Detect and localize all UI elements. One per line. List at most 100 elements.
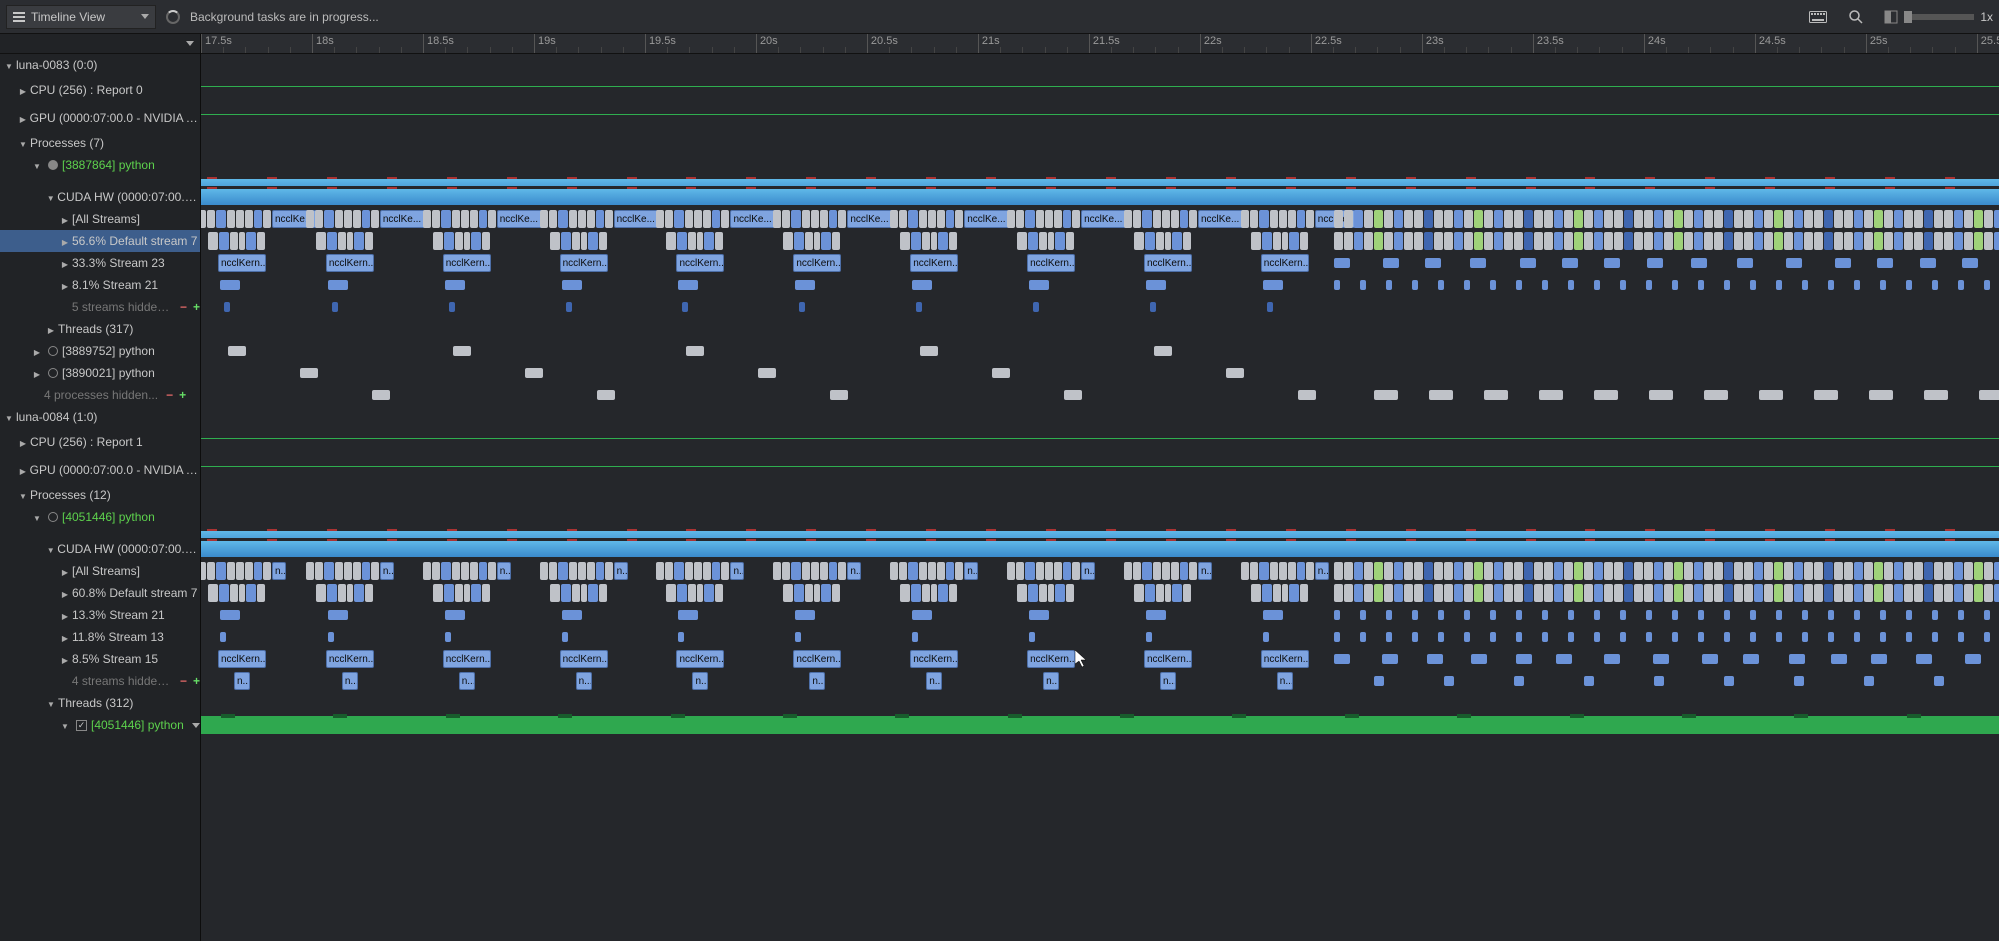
collapse-arrow-icon[interactable]: [18, 488, 28, 502]
kernel-block[interactable]: [327, 232, 337, 250]
kernel-block[interactable]: [316, 232, 326, 250]
kernel-block[interactable]: [1514, 562, 1523, 580]
kernel-block[interactable]: [569, 210, 577, 228]
tree-row-p2[interactable]: [3890021] python: [0, 362, 200, 384]
kernel-block[interactable]: [1344, 562, 1353, 580]
kernel-block[interactable]: [1241, 562, 1249, 580]
kernel-block[interactable]: [656, 210, 664, 228]
kernel-block[interactable]: [1649, 390, 1673, 400]
kernel-block[interactable]: [444, 584, 454, 602]
kernel-block[interactable]: [1524, 562, 1533, 580]
kernel-block[interactable]: [829, 562, 837, 580]
kernel-block[interactable]: [1162, 210, 1170, 228]
tree-row-s15_1[interactable]: 8.5% Stream 15: [0, 648, 200, 670]
kernel-block[interactable]: [1814, 210, 1823, 228]
kernel-block[interactable]: [1684, 232, 1693, 250]
kernel-block[interactable]: [1664, 584, 1673, 602]
kernel-block[interactable]: [1874, 210, 1883, 228]
kernel-block[interactable]: [919, 210, 927, 228]
kernel-block[interactable]: [1156, 232, 1164, 250]
collapse-arrow-icon[interactable]: [32, 510, 42, 524]
kernel-block[interactable]: [1724, 610, 1730, 620]
kernel-block[interactable]: [1544, 232, 1553, 250]
kernel-block[interactable]: [1714, 232, 1723, 250]
kernel-block[interactable]: [1360, 280, 1366, 290]
kernel-block[interactable]: [1844, 210, 1853, 228]
kernel-block[interactable]: [949, 584, 957, 602]
kernel-block[interactable]: [783, 584, 793, 602]
kernel-block[interactable]: [1944, 584, 1953, 602]
kernel-block-nccl[interactable]: ncclKe...: [497, 210, 543, 228]
kernel-block[interactable]: [464, 232, 470, 250]
kernel-block[interactable]: [596, 562, 604, 580]
kernel-block[interactable]: [1344, 584, 1353, 602]
kernel-block[interactable]: [1714, 562, 1723, 580]
kernel-block[interactable]: [1944, 562, 1953, 580]
tree-row-hw0[interactable]: CUDA HW (0000:07:00.0 - N: [0, 186, 200, 208]
kernel-block[interactable]: [1604, 584, 1613, 602]
track-all0[interactable]: ncclKe...ncclKe...ncclKe...ncclKe...nccl…: [201, 208, 1999, 230]
kernel-block[interactable]: [1744, 210, 1753, 228]
kernel-block[interactable]: [1180, 210, 1188, 228]
kernel-block[interactable]: [1412, 610, 1418, 620]
kernel-block[interactable]: [1464, 280, 1470, 290]
kernel-block[interactable]: [245, 562, 253, 580]
kernel-block[interactable]: [1064, 390, 1082, 400]
kernel-block[interactable]: [578, 562, 586, 580]
kernel-block[interactable]: [1514, 210, 1523, 228]
kernel-block[interactable]: [1714, 584, 1723, 602]
kernel-block[interactable]: [332, 302, 338, 312]
kernel-block[interactable]: [488, 210, 496, 228]
kernel-block[interactable]: [1427, 654, 1443, 664]
kernel-block[interactable]: [1814, 562, 1823, 580]
kernel-block[interactable]: [1524, 210, 1533, 228]
kernel-block[interactable]: [461, 562, 469, 580]
kernel-block[interactable]: [1028, 584, 1038, 602]
kernel-block[interactable]: [1554, 562, 1563, 580]
kernel-block[interactable]: [1824, 210, 1833, 228]
tree-row-s13_1[interactable]: 11.8% Stream 13: [0, 626, 200, 648]
kernel-block[interactable]: [445, 280, 465, 290]
kernel-block[interactable]: [1744, 232, 1753, 250]
kernel-block[interactable]: [1644, 210, 1653, 228]
kernel-block[interactable]: [549, 562, 557, 580]
kernel-block[interactable]: [1438, 632, 1444, 642]
kernel-block[interactable]: [678, 632, 684, 642]
kernel-block[interactable]: [1754, 562, 1763, 580]
kernel-block[interactable]: [1831, 654, 1847, 664]
kernel-block[interactable]: [572, 232, 580, 250]
kernel-block[interactable]: [1263, 632, 1269, 642]
kernel-block[interactable]: [1964, 562, 1973, 580]
kernel-block[interactable]: [1374, 676, 1384, 686]
magnifier-icon[interactable]: [1842, 5, 1870, 29]
kernel-block[interactable]: [1183, 232, 1191, 250]
kernel-block[interactable]: [1544, 210, 1553, 228]
kernel-block[interactable]: [1007, 210, 1015, 228]
kernel-block[interactable]: [1534, 584, 1543, 602]
kernel-block-nccl[interactable]: n...: [964, 562, 978, 580]
kernel-block[interactable]: [1554, 232, 1563, 250]
kernel-block-nccl[interactable]: n...: [234, 672, 250, 690]
kernel-block[interactable]: [1784, 210, 1793, 228]
kernel-block[interactable]: [1834, 210, 1843, 228]
kernel-block[interactable]: [1374, 584, 1383, 602]
kernel-block[interactable]: [1054, 562, 1062, 580]
kernel-block[interactable]: [1634, 210, 1643, 228]
kernel-block[interactable]: [1039, 232, 1047, 250]
kernel-block[interactable]: [1984, 562, 1993, 580]
kernel-block[interactable]: [820, 562, 828, 580]
kernel-block[interactable]: [1884, 584, 1893, 602]
kernel-block[interactable]: [423, 562, 431, 580]
kernel-block[interactable]: [1270, 562, 1278, 580]
kernel-block[interactable]: [1984, 210, 1993, 228]
tree-row-cpu0[interactable]: CPU (256) : Report 0: [0, 76, 200, 104]
kernel-block[interactable]: [1984, 232, 1993, 250]
kernel-block[interactable]: [1354, 584, 1363, 602]
kernel-block[interactable]: [1524, 232, 1533, 250]
kernel-block[interactable]: [201, 210, 206, 228]
kernel-block[interactable]: [1055, 232, 1065, 250]
kernel-block[interactable]: [236, 210, 244, 228]
kernel-block[interactable]: [338, 584, 346, 602]
kernel-block[interactable]: [1734, 584, 1743, 602]
kernel-block[interactable]: [1674, 210, 1683, 228]
